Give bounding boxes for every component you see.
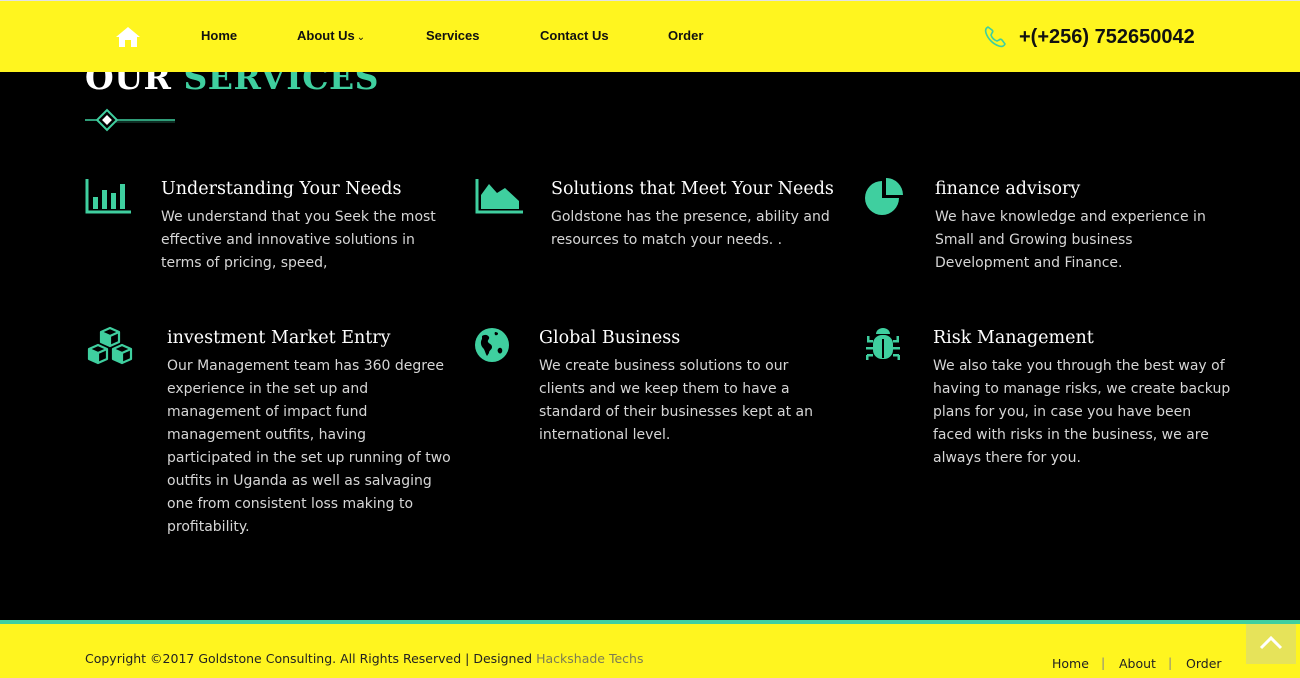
service-title: finance advisory — [935, 179, 1081, 199]
service-title: Solutions that Meet Your Needs — [551, 179, 834, 199]
nav-services[interactable]: Services — [426, 28, 480, 43]
service-title: Global Business — [539, 328, 681, 348]
title-divider — [85, 108, 175, 132]
designer-link[interactable]: Hackshade Techs — [536, 651, 643, 666]
nav-order[interactable]: Order — [668, 28, 703, 43]
phone-number[interactable]: +(+256) 752650042 — [1019, 26, 1195, 49]
copyright-label: Copyright ©2017 Goldstone Consulting. Al… — [85, 651, 533, 666]
bar-chart-icon — [85, 179, 131, 214]
nav-about-us-label: About Us — [297, 28, 355, 43]
home-icon[interactable] — [114, 25, 142, 49]
footer: Copyright ©2017 Goldstone Consulting. Al… — [0, 620, 1300, 678]
cubes-icon — [87, 326, 133, 365]
nav-contact-us[interactable]: Contact Us — [540, 28, 609, 43]
copyright-text: Copyright ©2017 Goldstone Consulting. Al… — [85, 651, 643, 666]
footer-separator: | — [1101, 655, 1106, 670]
nav-about-us[interactable]: About Us ⌄ — [297, 28, 365, 43]
pie-chart-icon — [865, 178, 903, 215]
footer-link-home[interactable]: Home — [1052, 656, 1089, 671]
footer-link-order[interactable]: Order — [1186, 656, 1222, 671]
service-description: We also take you through the best way of… — [933, 358, 1231, 466]
service-description: We have knowledge and experience in Smal… — [935, 209, 1206, 271]
nav-home[interactable]: Home — [201, 28, 237, 43]
service-description: Goldstone has the presence, ability and … — [551, 209, 830, 248]
service-description: We understand that you Seek the most eff… — [161, 209, 436, 271]
chevron-down-icon: ⌄ — [356, 32, 366, 43]
bug-icon — [866, 328, 900, 360]
top-navbar: Home About Us ⌄ Services Contact Us Order… — [0, 0, 1300, 72]
phone-icon — [984, 26, 1006, 48]
service-title: Understanding Your Needs — [161, 179, 402, 199]
chevron-up-icon — [1259, 635, 1283, 650]
service-description: Our Management team has 360 degree exper… — [167, 358, 451, 535]
service-title: investment Market Entry — [167, 328, 391, 348]
service-title: Risk Management — [933, 328, 1094, 348]
area-chart-icon — [475, 179, 523, 214]
globe-icon — [475, 328, 509, 362]
footer-separator: | — [1168, 655, 1173, 670]
service-description: We create business solutions to our clie… — [539, 358, 813, 443]
footer-link-about[interactable]: About — [1119, 656, 1156, 671]
scroll-to-top-button[interactable] — [1246, 624, 1296, 664]
